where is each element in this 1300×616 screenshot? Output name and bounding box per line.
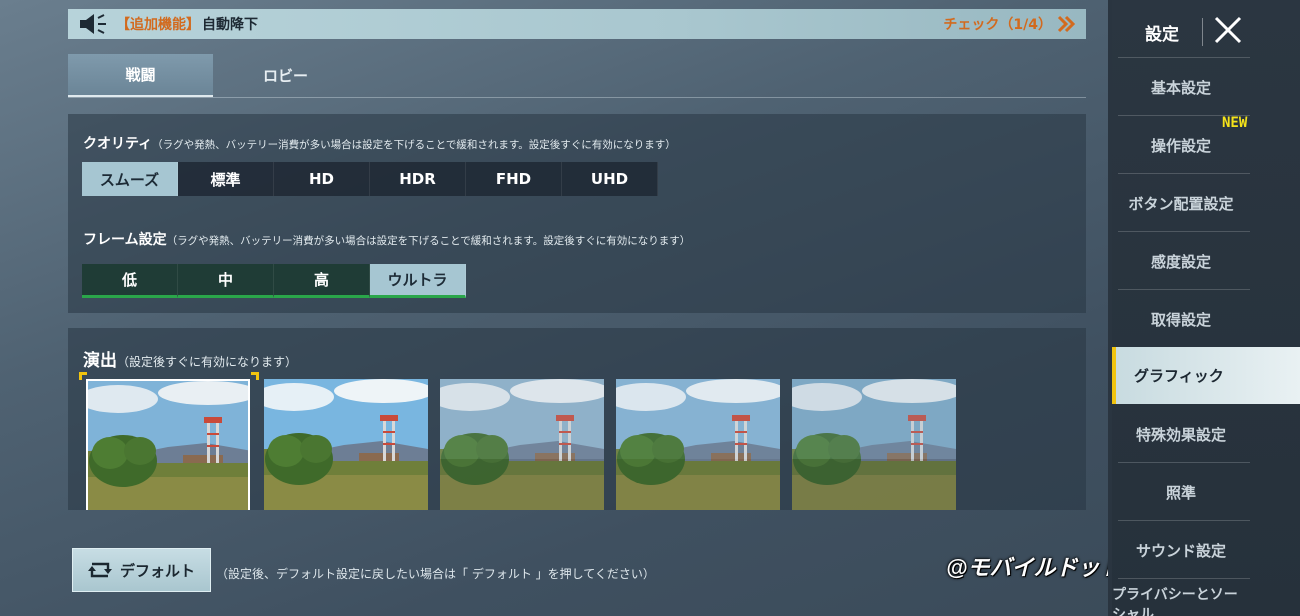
frame-option-high[interactable]: 高 (274, 264, 370, 298)
selection-corner (79, 372, 87, 380)
default-note: （設定後、デフォルト設定に戻したい場合は「 デフォルト 」を押してください） (216, 567, 655, 581)
effect-thumbnail-3[interactable] (440, 379, 604, 510)
quality-label: クオリティ (83, 136, 153, 152)
landscape-image (440, 379, 604, 510)
sidebar-item-sensitivity[interactable]: 感度設定 (1112, 233, 1250, 290)
new-badge: NEW (1222, 115, 1248, 131)
sidebar-separator (1118, 578, 1250, 579)
effect-thumbnail-2[interactable] (264, 379, 428, 510)
tab-lobby[interactable]: ロビー (213, 54, 358, 97)
quality-option-hd[interactable]: HD (274, 162, 370, 196)
quality-note: （ラグや発熱、バッテリー消費が多い場合は設定を下げることで緩和されます。設定後す… (152, 139, 676, 151)
quality-option-hdr[interactable]: HDR (370, 162, 466, 196)
selection-corner (251, 372, 259, 380)
quality-option-smooth[interactable]: スムーズ (82, 162, 178, 196)
effects-note: （設定後すぐに有効になります） (117, 355, 298, 369)
landscape-image (264, 379, 428, 510)
sidebar-item-sound[interactable]: サウンド設定 (1112, 522, 1250, 579)
landscape-image (792, 379, 956, 510)
sidebar-separator (1118, 173, 1250, 174)
effects-heading: 演出（設定後すぐに有効になります） (83, 346, 297, 371)
effect-thumbnail-5[interactable] (792, 379, 956, 510)
frame-option-medium[interactable]: 中 (178, 264, 274, 298)
sidebar-item-graphics[interactable]: グラフィック (1112, 347, 1300, 404)
frame-options: 低 中 高 ウルトラ (82, 264, 466, 298)
title-divider (1202, 18, 1203, 46)
close-icon[interactable] (1212, 14, 1244, 46)
double-chevron-right-icon[interactable] (1056, 14, 1076, 34)
sidebar-separator (1118, 57, 1250, 58)
quality-option-standard[interactable]: 標準 (178, 162, 274, 196)
effect-thumbnail-1[interactable] (86, 379, 250, 510)
quality-option-uhd[interactable]: UHD (562, 162, 658, 196)
banner-title: 自動降下 (202, 17, 258, 33)
frame-option-low[interactable]: 低 (82, 264, 178, 298)
landscape-image (616, 379, 780, 510)
default-button[interactable]: デフォルト (72, 548, 211, 592)
settings-title: 設定 (1145, 25, 1179, 45)
sidebar-separator (1118, 289, 1250, 290)
announcement-banner[interactable]: 【追加機能】 自動降下 チェック（1/4） (68, 9, 1086, 39)
quality-heading: クオリティ（ラグや発熱、バッテリー消費が多い場合は設定を下げることで緩和されます… (83, 133, 676, 153)
sidebar-item-aim[interactable]: 照準 (1112, 464, 1250, 521)
quality-option-fhd[interactable]: FHD (466, 162, 562, 196)
sidebar-separator (1118, 462, 1250, 463)
sidebar-item-privacy[interactable]: プライバシーとソーシャル (1112, 584, 1250, 616)
sidebar-separator (1118, 231, 1250, 232)
sidebar-item-special-effects[interactable]: 特殊効果設定 (1112, 406, 1250, 463)
default-button-label: デフォルト (119, 561, 195, 580)
effect-thumbnail-4[interactable] (616, 379, 780, 510)
banner-tag: 【追加機能】 (116, 17, 200, 33)
tab-divider (68, 97, 1086, 98)
frame-option-ultra[interactable]: ウルトラ (370, 264, 466, 298)
landscape-image (88, 381, 248, 510)
sidebar-separator (1118, 520, 1250, 521)
frame-label: フレーム設定 (83, 232, 167, 248)
quality-options: スムーズ 標準 HD HDR FHD UHD (82, 162, 658, 196)
reset-arrows-icon (87, 562, 112, 578)
banner-check-link[interactable]: チェック（1/4） (943, 14, 1052, 34)
sidebar-item-basic[interactable]: 基本設定 (1112, 59, 1250, 116)
sidebar-item-pickup[interactable]: 取得設定 (1112, 291, 1250, 348)
frame-note: （ラグや発熱、バッテリー消費が多い場合は設定を下げることで緩和されます。設定後す… (166, 235, 691, 247)
sidebar-item-button-layout[interactable]: ボタン配置設定 (1112, 175, 1250, 232)
frame-heading: フレーム設定（ラグや発熱、バッテリー消費が多い場合は設定を下げることで緩和されま… (83, 229, 690, 249)
tab-battle[interactable]: 戦闘 (68, 54, 213, 97)
effects-label: 演出 (83, 351, 117, 371)
speaker-icon (80, 14, 106, 34)
